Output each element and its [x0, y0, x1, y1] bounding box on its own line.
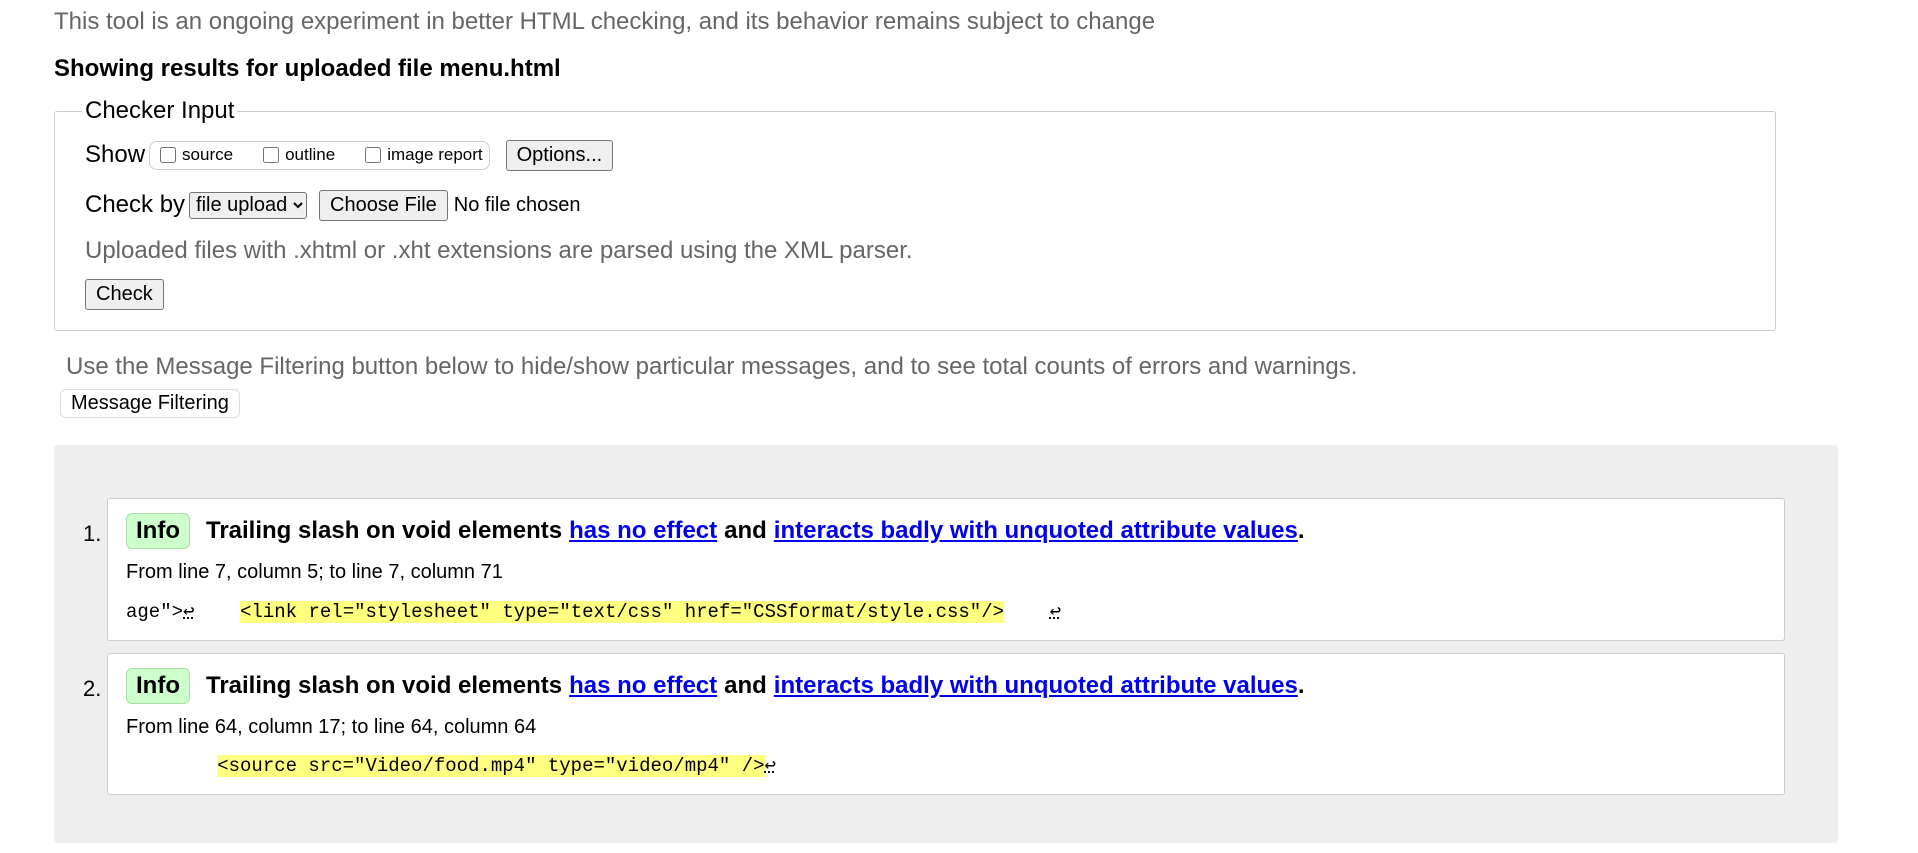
results-list: 1. Info Trailing slash on void elements …: [54, 445, 1838, 843]
message-location: From line 64, column 17; to line 64, col…: [126, 716, 537, 738]
extract-post: [1004, 601, 1050, 623]
check-method-select[interactable]: file upload: [189, 191, 308, 219]
source-extract: <source src="Video/food.mp4" type="video…: [126, 754, 776, 777]
extract-pre: [126, 755, 217, 777]
filter-hint: Use the Message Filtering button below t…: [66, 353, 1358, 380]
extract-highlight: <link rel="stylesheet" type="text/css" h…: [240, 601, 1005, 623]
extract-gap: [194, 601, 240, 623]
message-text: Trailing slash on void elements: [205, 672, 563, 699]
message-number: 2.: [83, 676, 102, 701]
show-source-option[interactable]: source: [156, 145, 233, 165]
file-status: No file chosen: [453, 193, 581, 216]
message-text-and: and: [724, 672, 767, 699]
options-button[interactable]: Options...: [505, 139, 614, 171]
message-location: From line 7, column 5; to line 7, column…: [126, 561, 503, 583]
show-outline-option[interactable]: outline: [259, 145, 335, 165]
source-extract: age">↩ <link rel="stylesheet" type="text…: [126, 600, 1061, 623]
show-source-checkbox[interactable]: [160, 147, 177, 163]
show-image-report-option[interactable]: image report: [361, 145, 483, 165]
message-heading: Info Trailing slash on void elements has…: [126, 513, 1305, 549]
line-break-icon: ↩: [764, 755, 776, 777]
checker-legend: Checker Input: [85, 97, 235, 124]
message-item: 1. Info Trailing slash on void elements …: [83, 498, 1785, 641]
show-outline-label: outline: [285, 145, 336, 164]
show-label: Show: [85, 141, 146, 168]
message-number: 1.: [83, 521, 102, 546]
checker-input-fieldset: Checker Input Show source outline image …: [54, 97, 1776, 331]
unquoted-attribute-link[interactable]: interacts badly with unquoted attribute …: [774, 517, 1298, 545]
unquoted-attribute-link[interactable]: interacts badly with unquoted attribute …: [774, 672, 1298, 700]
check-button-wrap: Check: [85, 279, 1745, 310]
has-no-effect-link[interactable]: has no effect: [569, 672, 717, 700]
message-text-end: .: [1297, 517, 1305, 544]
extract-pre: age">: [126, 601, 184, 623]
check-by-label: Check by: [85, 191, 186, 218]
show-image-report-checkbox[interactable]: [365, 147, 382, 163]
message-text: Trailing slash on void elements: [205, 517, 563, 544]
show-source-label: source: [182, 145, 234, 164]
info-badge: Info: [126, 513, 190, 549]
message-item: 2. Info Trailing slash on void elements …: [83, 653, 1785, 795]
extract-highlight: <source src="Video/food.mp4" type="video…: [217, 755, 765, 777]
check-by-row: Check by file upload Choose File No file…: [85, 187, 1745, 223]
info-badge: Info: [126, 668, 190, 704]
choose-file-button[interactable]: Choose File: [319, 189, 448, 221]
show-image-report-label: image report: [387, 145, 483, 164]
check-button[interactable]: Check: [85, 279, 164, 310]
show-options-group: source outline image report: [149, 140, 490, 170]
line-break-icon: ↩: [183, 601, 195, 623]
results-title: Showing results for uploaded file menu.h…: [54, 55, 561, 82]
has-no-effect-link[interactable]: has no effect: [569, 517, 717, 545]
xml-parser-note: Uploaded files with .xhtml or .xht exten…: [85, 237, 913, 264]
show-row: Show source outline image report Options…: [85, 135, 1745, 175]
main-content: This tool is an ongoing experiment in be…: [54, 0, 1838, 418]
message-text-and: and: [724, 517, 767, 544]
message-heading: Info Trailing slash on void elements has…: [126, 668, 1305, 704]
message-text-end: .: [1297, 672, 1305, 699]
show-outline-checkbox[interactable]: [263, 147, 280, 163]
message-filtering-button[interactable]: Message Filtering: [60, 389, 240, 418]
intro-text: This tool is an ongoing experiment in be…: [54, 8, 1156, 35]
line-break-icon: ↩: [1049, 601, 1062, 623]
